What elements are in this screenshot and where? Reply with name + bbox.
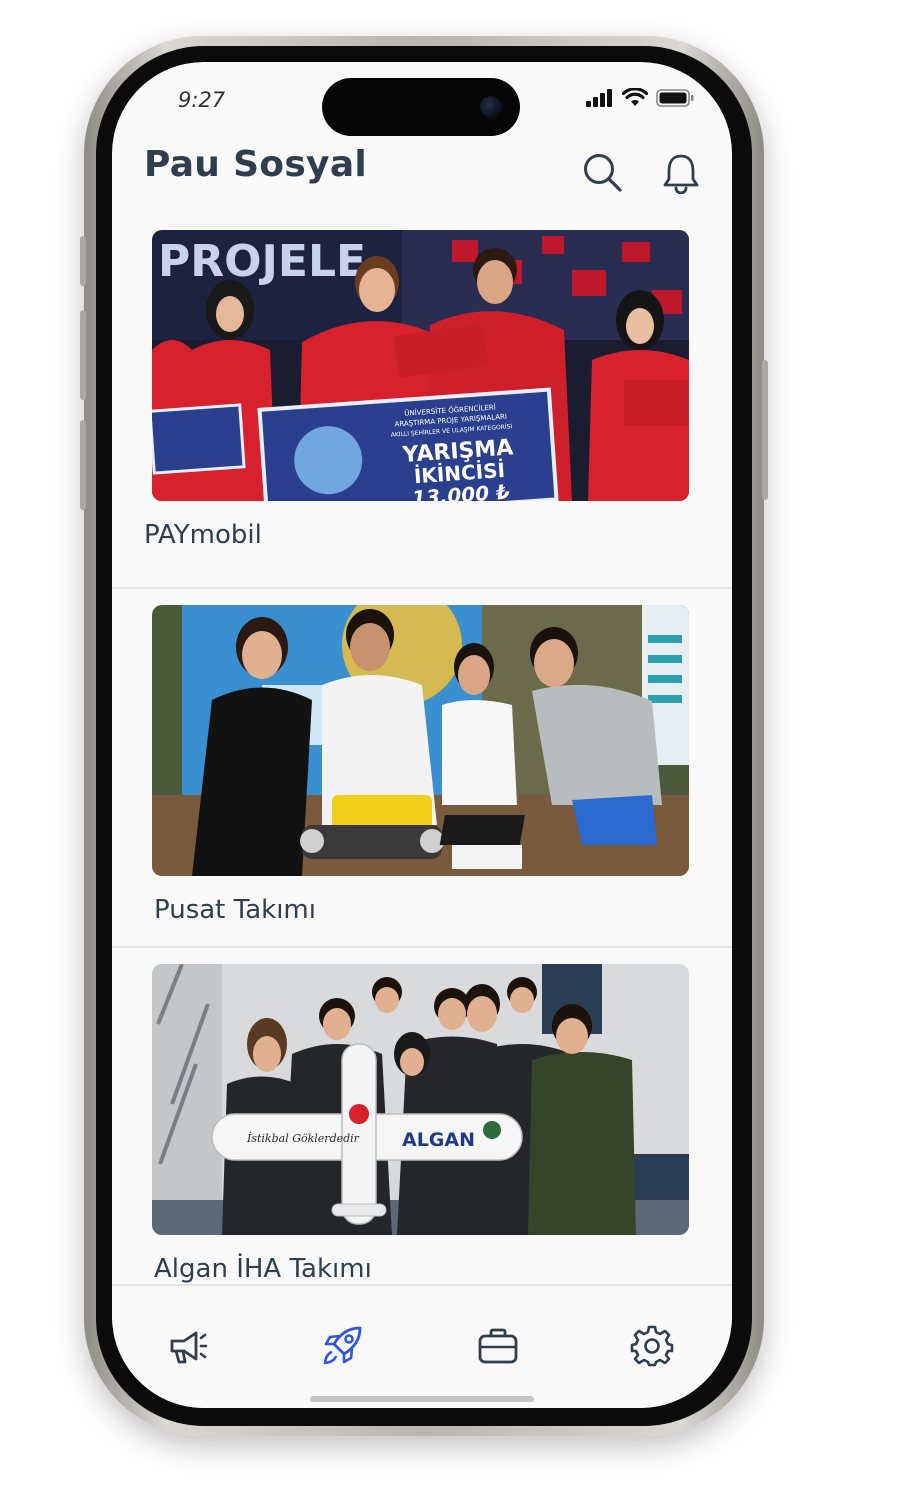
front-camera [480,96,502,118]
feed-card-paymobil[interactable]: PROJELE ÜNİVERSİTE ÖĞRENCİLERİ ARAŞTIRMA… [112,230,732,589]
power-button [762,360,768,500]
wifi-icon [622,88,648,106]
megaphone-icon [170,1331,208,1364]
bell-icon [663,154,699,194]
tab-announcements[interactable] [160,1318,216,1374]
dynamic-island [322,78,520,136]
bottom-tab-bar [112,1284,732,1408]
page-title: Pau Sosyal [144,144,368,185]
volume-up-button [80,310,86,400]
volume-down-button [80,420,86,510]
tab-projects[interactable] [314,1318,370,1374]
cellular-signal-icon [586,88,612,107]
project-feed: PROJELE ÜNİVERSİTE ÖĞRENCİLERİ ARAŞTIRMA… [112,230,732,1307]
card-image: PROJELE ÜNİVERSİTE ÖĞRENCİLERİ ARAŞTIRMA… [152,230,689,501]
briefcase-icon [478,1328,518,1364]
action-button [80,236,86,286]
gear-icon [630,1325,674,1367]
notifications-button[interactable] [658,150,704,196]
status-time: 9:27 [178,88,226,112]
status-icons [586,88,694,107]
card-title: Pusat Takımı [154,895,316,925]
uav-wing-text-left: İstikbal Göklerdedir [246,1131,360,1145]
uav-wing-text-right: ALGAN [402,1129,475,1151]
banner-text: PROJELE [158,236,366,287]
card-title: PAYmobil [144,520,262,550]
phone-screen: 9:27 Pau Sosyal PROJELE ÜNİVERSİTE ÖĞREN… [112,62,732,1408]
feed-card-algan[interactable]: İstikbal Göklerdedir ALGAN Algan İHA Tak… [112,948,732,1307]
tab-settings[interactable] [624,1318,680,1374]
feed-card-pusat[interactable]: Pusat Takımı [112,589,732,948]
search-icon [584,154,622,192]
search-button[interactable] [580,150,626,196]
card-image: İstikbal Göklerdedir ALGAN [152,964,689,1235]
card-image [152,605,689,876]
tab-jobs[interactable] [470,1318,526,1374]
home-indicator[interactable] [310,1396,534,1402]
card-title: Algan İHA Takımı [154,1254,372,1284]
rocket-icon [323,1326,362,1365]
battery-icon [656,88,694,107]
